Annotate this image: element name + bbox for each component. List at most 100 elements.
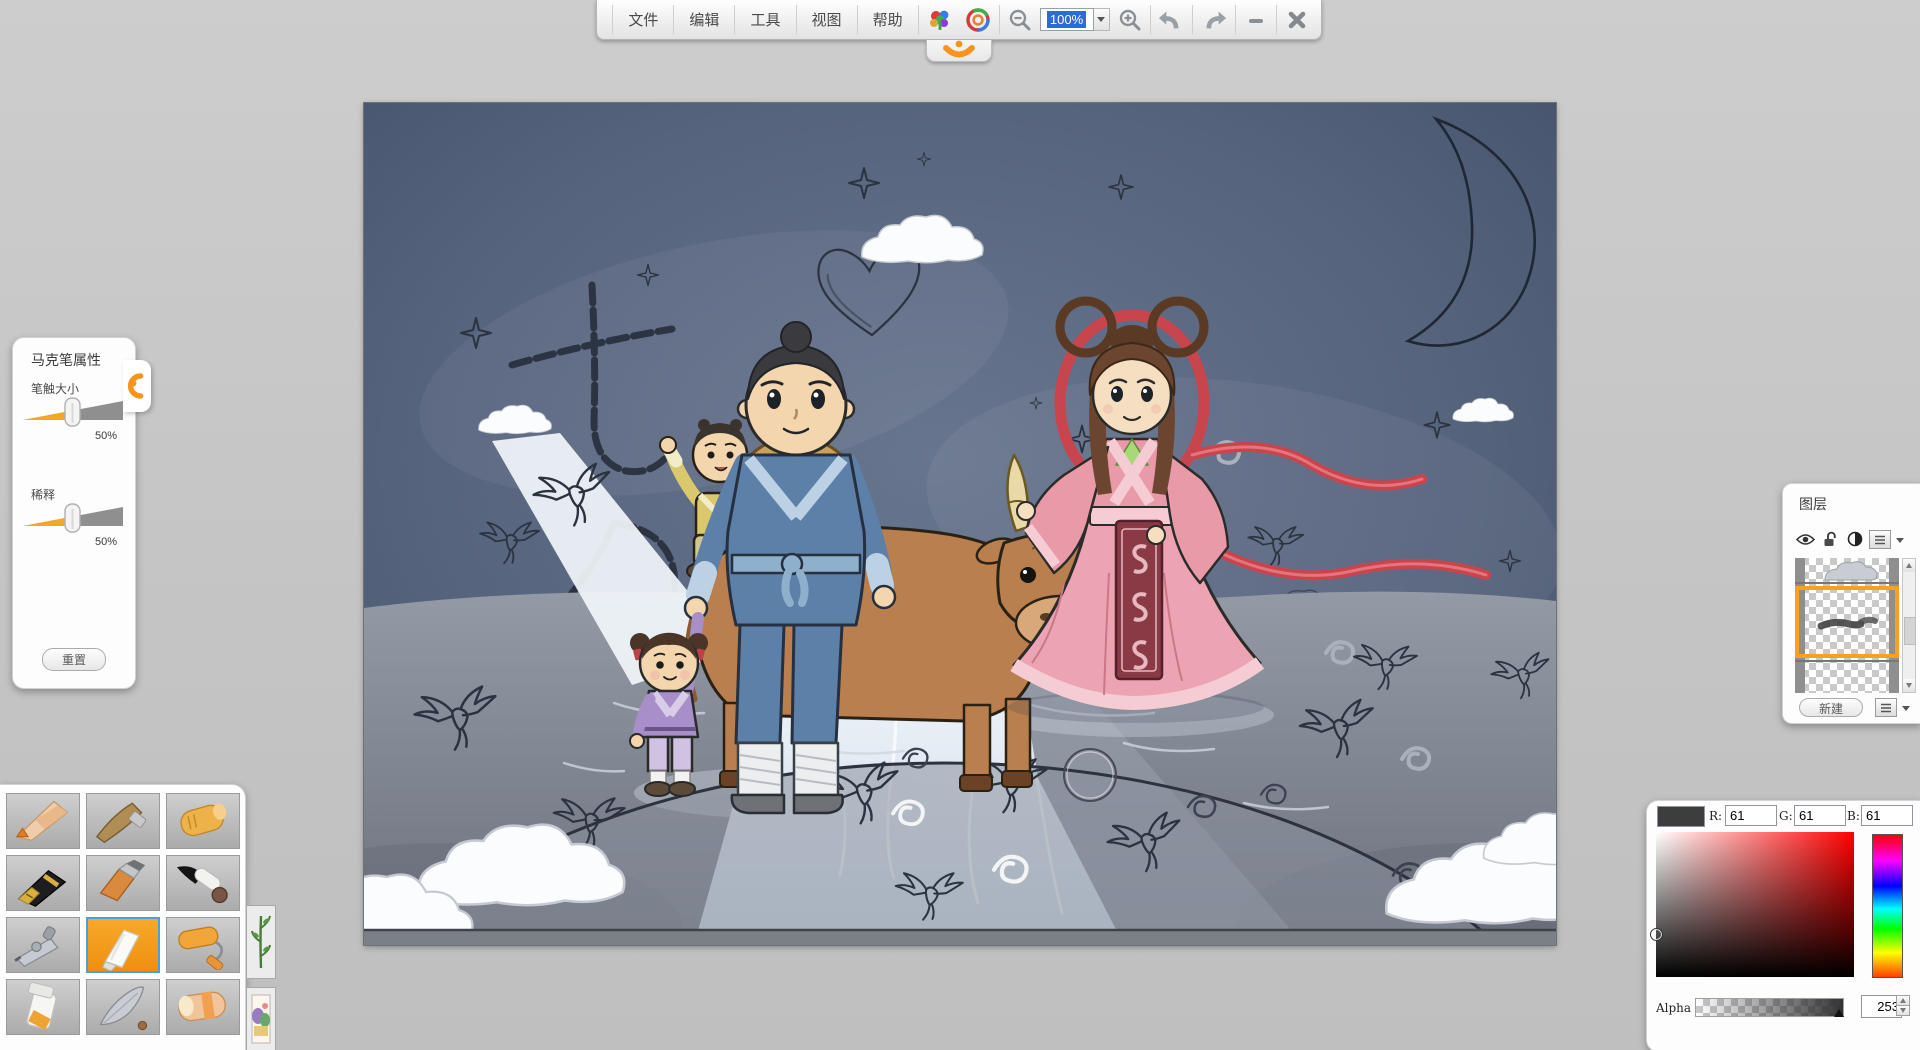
chevron-down-icon[interactable] — [1902, 706, 1910, 711]
zoom-in-icon — [1119, 9, 1141, 30]
tool-paint-bottle[interactable] — [6, 979, 80, 1035]
alpha-gradient — [1696, 999, 1843, 1016]
tool-fountain-pen[interactable] — [6, 855, 80, 911]
dilution-value: 50% — [94, 536, 117, 548]
canvas-artwork — [204, 103, 1714, 1050]
layers-panel-title: 图层 — [1799, 496, 1827, 512]
brush-size-value: 50% — [94, 430, 117, 442]
alpha-marker[interactable] — [1834, 1009, 1844, 1017]
paint-bottle-icon — [26, 982, 57, 1031]
brush-size-label: 笔触大小 — [31, 382, 80, 396]
tool-brush-pen[interactable] — [86, 793, 160, 849]
alpha-label: Alpha — [1656, 1001, 1692, 1015]
green-input[interactable] — [1794, 805, 1846, 826]
rainbow-tree-logo-icon[interactable] — [921, 0, 959, 39]
chevron-down-icon — [1097, 17, 1106, 22]
brush-pen-icon — [95, 802, 147, 844]
layer-bottom-menu-button[interactable] — [1875, 698, 1897, 717]
marker-icon — [101, 929, 140, 972]
alpha-slider[interactable] — [1695, 998, 1844, 1017]
blue-input[interactable] — [1861, 805, 1913, 826]
zoom-level-field[interactable]: 100% — [1039, 8, 1094, 31]
toolbar-drag-tab[interactable] — [926, 40, 992, 62]
tool-pencil[interactable] — [6, 793, 80, 849]
fountain-pen-icon — [17, 870, 67, 907]
orange-c-logo-icon — [1770, 533, 1787, 559]
minimize-icon — [1249, 18, 1264, 23]
eraser-icon — [178, 991, 226, 1022]
zoom-level-value: 100% — [1046, 11, 1087, 28]
triangle-down-icon — [1900, 1008, 1906, 1013]
tool-palette-knife[interactable] — [86, 979, 160, 1035]
triangle-down-icon — [1906, 683, 1912, 688]
crayon-icon — [180, 803, 227, 837]
hue-slider[interactable] — [1872, 834, 1903, 978]
tool-eraser[interactable] — [166, 979, 240, 1035]
menu-file[interactable]: 文件 — [615, 0, 671, 39]
green-label: G: — [1779, 809, 1793, 823]
chevron-down-icon[interactable] — [1896, 538, 1904, 543]
flat-brush-icon — [99, 859, 146, 902]
bamboo-icon — [251, 915, 271, 969]
image-sticker-button[interactable] — [246, 987, 276, 1050]
sv-cursor[interactable] — [1650, 928, 1663, 941]
layer-visibility-button[interactable] — [1795, 530, 1815, 548]
red-input[interactable] — [1725, 805, 1777, 826]
layer-list — [1795, 558, 1899, 693]
tool-palette-panel — [0, 784, 276, 1050]
marker-properties-panel: 马克笔属性 笔触大小 50% 稀释 50% 重置 — [12, 337, 151, 689]
saturation-value-picker[interactable] — [1650, 832, 1854, 977]
plant-texture-button[interactable] — [246, 905, 276, 979]
minimize-button[interactable] — [1238, 0, 1274, 39]
layer-menu-button[interactable] — [1869, 530, 1891, 549]
zoom-dropdown-button[interactable] — [1093, 8, 1110, 31]
layer-scrollbar[interactable] — [1902, 558, 1916, 693]
dilution-slider[interactable] — [19, 502, 129, 534]
menu-tools[interactable]: 工具 — [737, 0, 793, 39]
triangle-up-icon — [1906, 563, 1912, 568]
layer-row-bottom[interactable] — [1795, 660, 1899, 693]
scroll-up-button[interactable] — [1903, 559, 1915, 572]
zoom-out-button[interactable] — [1002, 0, 1038, 39]
zoom-out-icon — [1009, 9, 1031, 30]
brush-size-slider[interactable] — [19, 396, 129, 428]
menu-edit[interactable]: 编辑 — [676, 0, 732, 39]
menu-lines-icon — [1881, 703, 1891, 712]
scroll-thumb[interactable] — [1904, 617, 1916, 645]
alpha-spin-down-button[interactable] — [1896, 1005, 1910, 1016]
tool-paint-roller[interactable] — [166, 917, 240, 973]
orange-c-logo-icon — [1636, 842, 1651, 866]
rainbow-swirl-logo-icon[interactable] — [959, 0, 997, 39]
layer-row-selected[interactable] — [1795, 586, 1899, 658]
orange-c-logo-icon — [248, 803, 265, 829]
menu-view[interactable]: 视图 — [798, 0, 854, 39]
tool-marker-selected[interactable] — [86, 917, 160, 973]
undo-button[interactable] — [1152, 0, 1190, 39]
drawing-canvas[interactable] — [204, 102, 1714, 1050]
tool-crayon[interactable] — [166, 793, 240, 849]
layer-row-top[interactable] — [1795, 558, 1899, 584]
main-toolbar: 文件 编辑 工具 视图 帮助 100% — [596, 0, 1322, 40]
layers-panel-tab[interactable] — [1766, 520, 1794, 572]
close-icon — [1288, 11, 1306, 28]
redo-button[interactable] — [1195, 0, 1233, 39]
tool-airbrush[interactable] — [6, 917, 80, 973]
tool-palette-tab[interactable] — [240, 791, 276, 909]
rainbow-tree-icon — [929, 10, 948, 30]
color-panel-tab[interactable] — [1632, 829, 1658, 879]
redo-icon — [1206, 11, 1227, 28]
layer-lock-button[interactable] — [1820, 530, 1840, 548]
close-button[interactable] — [1279, 0, 1315, 39]
half-circle-icon — [1847, 531, 1863, 547]
layer-opacity-button[interactable] — [1845, 530, 1865, 548]
reset-button[interactable]: 重置 — [42, 648, 106, 671]
scroll-down-button[interactable] — [1903, 679, 1915, 692]
zoom-in-button[interactable] — [1112, 0, 1148, 39]
unlocked-padlock-icon — [1824, 531, 1836, 546]
rainbow-swirl-icon — [965, 7, 990, 32]
tool-flat-brush[interactable] — [86, 855, 160, 911]
tool-ink-brush[interactable] — [166, 855, 240, 911]
dilution-label: 稀释 — [31, 488, 56, 502]
new-layer-button[interactable]: 新建 — [1799, 698, 1863, 717]
menu-help[interactable]: 帮助 — [860, 0, 916, 39]
